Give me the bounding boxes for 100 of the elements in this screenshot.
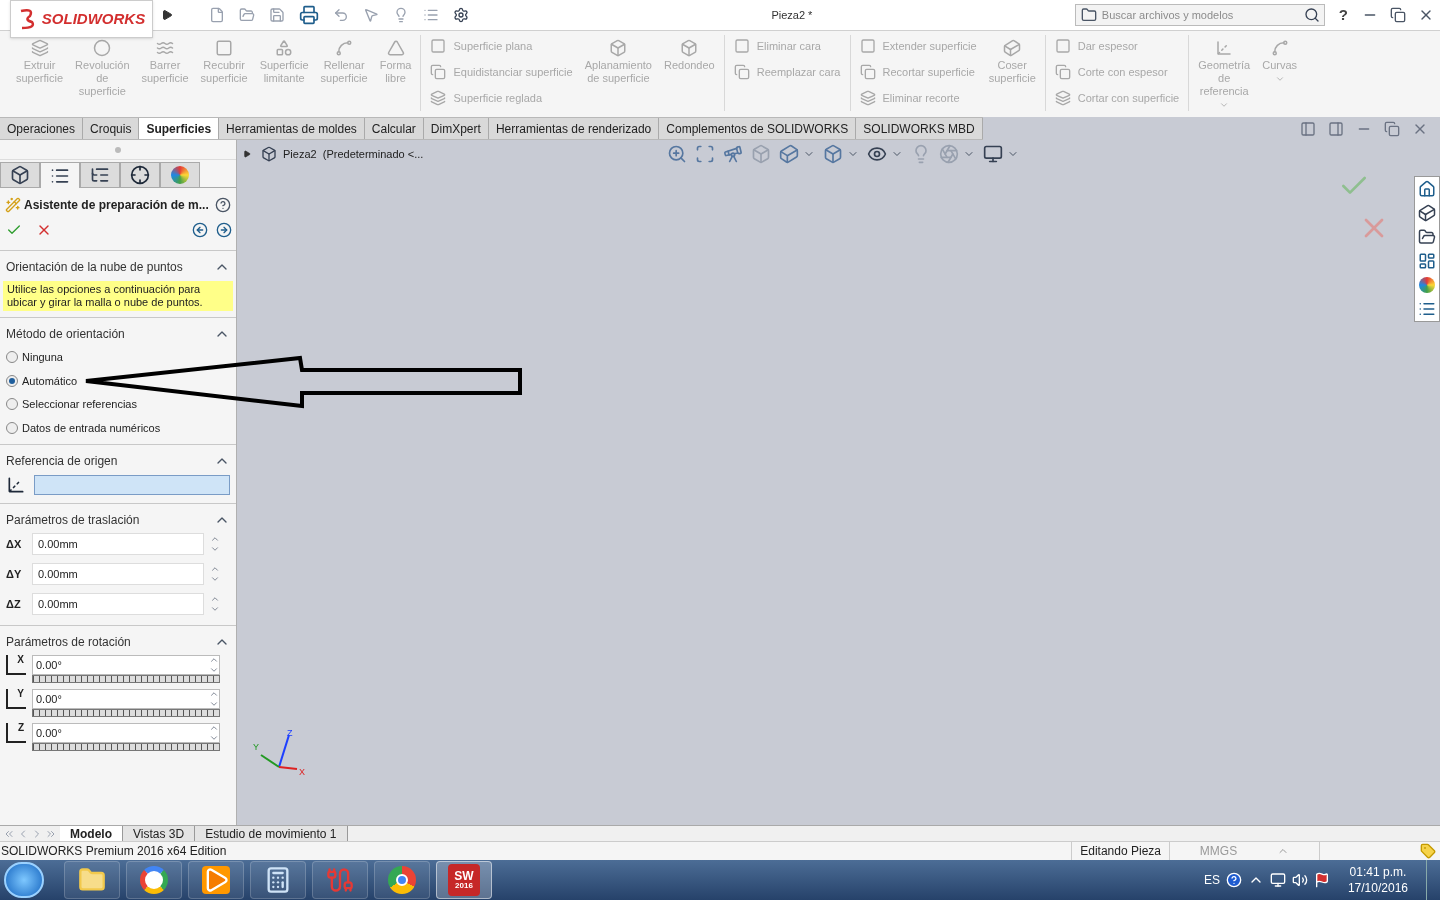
angle-field[interactable]: 0.00° (32, 689, 220, 709)
spin-up-icon[interactable] (209, 655, 219, 665)
settings-icon[interactable] (453, 7, 469, 23)
tool-icon (93, 39, 112, 57)
wand-icon (5, 197, 21, 213)
tile-left-icon[interactable] (1300, 120, 1316, 137)
search-bar[interactable]: Buscar archivos y modelos (1074, 4, 1325, 26)
flag-icon[interactable] (1313, 872, 1330, 888)
spin-down-icon[interactable] (210, 574, 220, 584)
radio-option[interactable]: Seleccionar referencias (6, 396, 230, 413)
angle-field[interactable]: 0.00° (32, 655, 220, 675)
number-field[interactable]: 0.00mm (32, 533, 204, 555)
restore-icon[interactable] (1390, 7, 1406, 23)
spin-up-icon[interactable] (210, 594, 220, 604)
tool-icon (386, 39, 405, 57)
tool-icon (30, 39, 49, 57)
taskbar-button[interactable] (250, 861, 306, 899)
part-icon (261, 146, 277, 162)
section-title: Parámetros de rotación (6, 634, 131, 651)
new-file-icon[interactable] (209, 7, 225, 23)
command-tab[interactable]: Superficies (139, 118, 220, 139)
save-icon[interactable] (269, 7, 285, 23)
start-button[interactable] (4, 862, 44, 898)
spin-up-icon[interactable] (209, 723, 219, 733)
open-folder-icon[interactable] (239, 7, 255, 23)
thumbwheel[interactable] (32, 743, 220, 751)
radio-option[interactable]: Datos de entrada numéricos (6, 419, 230, 436)
color-wheel-icon[interactable] (1419, 277, 1435, 293)
monitor-icon[interactable] (983, 144, 1004, 164)
number-field[interactable]: 0.00mm (32, 563, 204, 585)
spin-up-icon[interactable] (210, 534, 220, 544)
zoom-fit-icon[interactable] (667, 144, 688, 164)
tool-icon (275, 39, 294, 57)
search-icon[interactable] (1303, 7, 1320, 23)
model-tab[interactable]: Estudio de movimiento 1 (195, 826, 348, 841)
taskbar-button[interactable] (64, 861, 120, 899)
help-icon[interactable] (215, 197, 231, 213)
spin-up-icon[interactable] (209, 689, 219, 699)
thumbwheel[interactable] (32, 709, 220, 717)
list-icon[interactable] (423, 7, 439, 23)
panel-tab[interactable] (80, 162, 120, 187)
angle-input[interactable]: 0.00° (33, 690, 207, 708)
thumbwheel[interactable] (32, 675, 220, 683)
forward-icon[interactable] (216, 222, 232, 238)
taskbar-button[interactable] (126, 861, 182, 899)
taskbar-button[interactable] (188, 861, 244, 899)
expand-menu-icon[interactable] (161, 9, 173, 21)
printer-icon[interactable] (299, 5, 319, 25)
status-text: SOLIDWORKS Premium 2016 x64 Edition (0, 843, 228, 860)
axis-label: X (299, 768, 305, 777)
splitter-handle[interactable] (115, 146, 121, 153)
model-tab[interactable]: Modelo (60, 826, 123, 841)
document-title: Pieza2 * (771, 7, 813, 23)
angle-input[interactable]: 0.00° (33, 656, 207, 674)
undo-icon[interactable] (333, 7, 349, 23)
color-wheel-icon (171, 166, 189, 184)
axis-label: Y (253, 743, 259, 752)
play-icon (202, 866, 230, 894)
spin-down-icon[interactable] (209, 665, 219, 675)
spin-up-icon[interactable] (210, 564, 220, 574)
angle-input[interactable]: 0.00° (33, 724, 207, 742)
tag-icon[interactable] (1420, 843, 1436, 859)
panel-tab[interactable] (40, 162, 80, 188)
radio-option[interactable]: Ninguna (6, 349, 230, 366)
panel-tab[interactable] (120, 162, 160, 187)
tool-icon (1054, 64, 1071, 80)
tool-icon (156, 39, 175, 57)
panel-tab[interactable] (0, 162, 40, 187)
tool-icon (1215, 39, 1234, 57)
folder-icon (78, 866, 106, 894)
help-button[interactable]: ? (1338, 3, 1348, 27)
section-title: Método de orientación (6, 326, 125, 343)
clock[interactable]: 01:41 p.m. 17/10/2016 (1335, 864, 1420, 896)
telescope-icon[interactable] (723, 144, 744, 164)
taskbar-button[interactable] (374, 861, 430, 899)
eye-icon[interactable] (867, 144, 888, 164)
language-indicator[interactable]: ES (1203, 871, 1220, 889)
pointer-icon[interactable] (363, 7, 379, 23)
tree-item[interactable]: Pieza2 (Predeterminado <... (283, 145, 424, 163)
spin-down-icon[interactable] (209, 699, 219, 709)
angle-field[interactable]: 0.00° (32, 723, 220, 743)
back-icon[interactable] (192, 222, 208, 238)
section-title: Parámetros de traslación (6, 512, 140, 529)
zoom-area-icon[interactable] (695, 144, 716, 164)
tool-icon (859, 38, 876, 54)
chrome-icon (388, 866, 416, 894)
number-field[interactable]: 0.00mm (32, 593, 204, 615)
volume-icon[interactable] (1291, 872, 1308, 888)
search-field[interactable]: Buscar archivos y modelos (1101, 6, 1300, 24)
model-tab[interactable]: Vistas 3D (123, 826, 196, 841)
selection-field[interactable] (34, 475, 230, 495)
expand-icon[interactable] (243, 150, 251, 158)
g-logo-icon (140, 866, 168, 894)
spin-down-icon[interactable] (210, 604, 220, 614)
radio-option[interactable]: Automático (6, 372, 230, 389)
taskbar-button[interactable]: SW 2016 (436, 861, 492, 899)
spin-down-icon[interactable] (210, 544, 220, 554)
spin-down-icon[interactable] (209, 733, 219, 743)
tile-right-icon[interactable] (1328, 120, 1344, 137)
caret-icon (1274, 74, 1285, 84)
